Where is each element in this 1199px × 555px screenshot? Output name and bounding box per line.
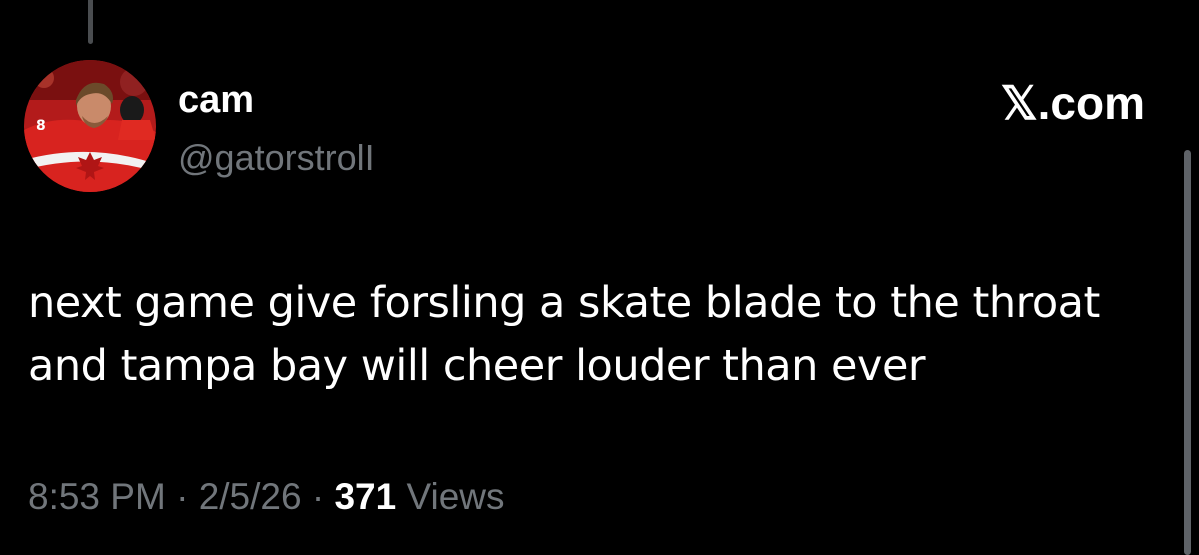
avatar[interactable]: 8 [24, 60, 156, 192]
views-label: Views [406, 476, 505, 517]
display-name[interactable]: cam [178, 78, 254, 122]
tweet-text: next game give forsling a skate blade to… [28, 272, 1158, 398]
avatar-photo-icon: 8 [24, 60, 156, 192]
tweet-time[interactable]: 8:53 PM [28, 476, 166, 517]
svg-text:8: 8 [36, 118, 46, 134]
tweet-text-line-1: next game give forsling a skate blade to… [28, 278, 1100, 328]
thread-connector-line [88, 0, 93, 44]
tweet-text-line-2: and tampa bay will cheer louder than eve… [28, 341, 926, 391]
x-brand-logo: 𝕏.com [1000, 77, 1145, 129]
tweet-metadata: 8:53 PM · 2/5/26 · 371 Views [28, 474, 505, 520]
tweet-date[interactable]: 2/5/26 [199, 476, 302, 517]
scrollbar[interactable] [1184, 150, 1191, 555]
user-handle[interactable]: @gatorstrolI [178, 136, 375, 180]
separator-dot: · [176, 476, 189, 517]
views-count[interactable]: 371 [334, 476, 396, 517]
separator-dot: · [311, 476, 325, 517]
